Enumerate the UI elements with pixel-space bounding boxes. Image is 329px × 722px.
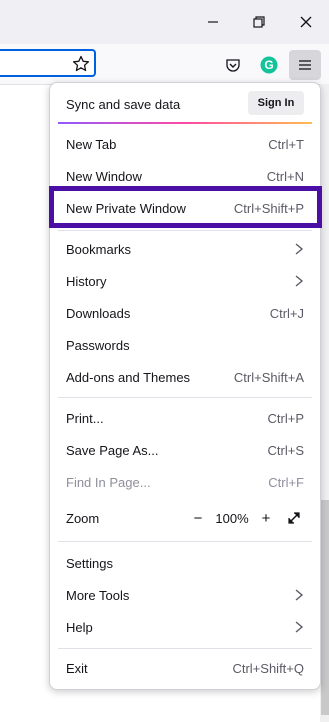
menu-item-exit[interactable]: Exit Ctrl+Shift+Q [50, 652, 320, 684]
chevron-right-icon [295, 589, 304, 601]
minimize-icon [208, 21, 218, 23]
menu-item-label: Save Page As... [66, 442, 159, 458]
menu-item-label: Exit [66, 660, 88, 676]
close-window-button[interactable] [283, 0, 329, 44]
zoom-level-value[interactable]: 100% [208, 511, 256, 526]
menu-item-downloads[interactable]: Downloads Ctrl+J [50, 297, 320, 329]
menu-item-find-in-page[interactable]: Find In Page... Ctrl+F [50, 466, 320, 498]
menu-item-label: Print... [66, 410, 104, 426]
pocket-icon[interactable] [220, 52, 246, 78]
restore-button[interactable] [236, 0, 282, 44]
menu-item-shortcut: Ctrl+S [267, 442, 304, 458]
chevron-right-icon [295, 243, 304, 255]
menu-item-label: Help [66, 619, 93, 635]
title-bar [0, 0, 329, 44]
menu-item-label: New Window [66, 168, 142, 184]
hamburger-menu-icon [299, 60, 311, 70]
zoom-out-button[interactable]: − [188, 508, 208, 528]
menu-item-more-tools[interactable]: More Tools [50, 579, 320, 611]
zoom-in-button[interactable]: + [256, 508, 276, 528]
menu-item-label: Zoom [66, 510, 100, 526]
chevron-right-icon [295, 275, 304, 287]
sync-label: Sync and save data [66, 96, 181, 112]
menu-item-addons-themes[interactable]: Add-ons and Themes Ctrl+Shift+A [50, 361, 320, 393]
sync-separator [58, 122, 312, 124]
zoom-controls: − 100% + [188, 508, 304, 528]
menu-item-label: Find In Page... [66, 474, 151, 490]
fullscreen-icon [288, 512, 300, 524]
menu-item-settings[interactable]: Settings [50, 547, 320, 579]
menu-item-shortcut: Ctrl+P [267, 410, 304, 426]
menu-item-label: New Tab [66, 136, 117, 152]
separator [58, 541, 312, 542]
menu-item-shortcut: Ctrl+Shift+A [233, 369, 304, 385]
restore-icon [253, 16, 265, 28]
bookmark-star-icon[interactable] [72, 55, 90, 76]
menu-item-shortcut: Ctrl+T [268, 136, 304, 152]
menu-item-shortcut: Ctrl+Shift+Q [232, 660, 304, 676]
menu-item-help[interactable]: Help [50, 611, 320, 643]
menu-item-shortcut: Ctrl+N [266, 168, 304, 184]
menu-item-print[interactable]: Print... Ctrl+P [50, 402, 320, 434]
menu-item-new-private-window[interactable]: New Private Window Ctrl+Shift+P [50, 192, 320, 224]
menu-item-label: Downloads [66, 305, 131, 321]
minimize-button[interactable] [190, 0, 236, 44]
menu-item-label: Settings [66, 555, 113, 571]
close-icon [300, 16, 312, 28]
menu-item-shortcut: Ctrl+J [269, 305, 304, 321]
menu-item-label: Bookmarks [66, 241, 132, 257]
grammarly-extension-icon[interactable]: G [256, 52, 282, 78]
menu-item-zoom: Zoom − 100% + [50, 502, 320, 534]
svg-text:G: G [264, 58, 273, 72]
app-menu-panel: Sync and save data Sign In New Tab Ctrl+… [49, 82, 321, 690]
separator [58, 397, 312, 398]
menu-item-label: History [66, 273, 107, 289]
menu-item-shortcut: Ctrl+Shift+P [233, 200, 304, 216]
menu-item-passwords[interactable]: Passwords [50, 329, 320, 361]
menu-item-label: Passwords [66, 337, 130, 353]
menu-item-label: Add-ons and Themes [66, 369, 191, 385]
separator [58, 648, 312, 649]
sign-in-button[interactable]: Sign In [248, 91, 304, 115]
app-menu-button[interactable] [289, 50, 321, 80]
menu-item-bookmarks[interactable]: Bookmarks [50, 233, 320, 265]
menu-item-new-tab[interactable]: New Tab Ctrl+T [50, 128, 320, 160]
menu-item-save-page-as[interactable]: Save Page As... Ctrl+S [50, 434, 320, 466]
menu-item-new-window[interactable]: New Window Ctrl+N [50, 160, 320, 192]
menu-item-label: More Tools [66, 587, 130, 603]
fullscreen-button[interactable] [284, 508, 304, 528]
menu-item-shortcut: Ctrl+F [268, 474, 304, 490]
scrollbar-thumb[interactable] [321, 500, 329, 715]
menu-item-history[interactable]: History [50, 265, 320, 297]
separator [58, 230, 312, 231]
chevron-right-icon [295, 621, 304, 633]
menu-item-label: New Private Window [66, 200, 186, 216]
